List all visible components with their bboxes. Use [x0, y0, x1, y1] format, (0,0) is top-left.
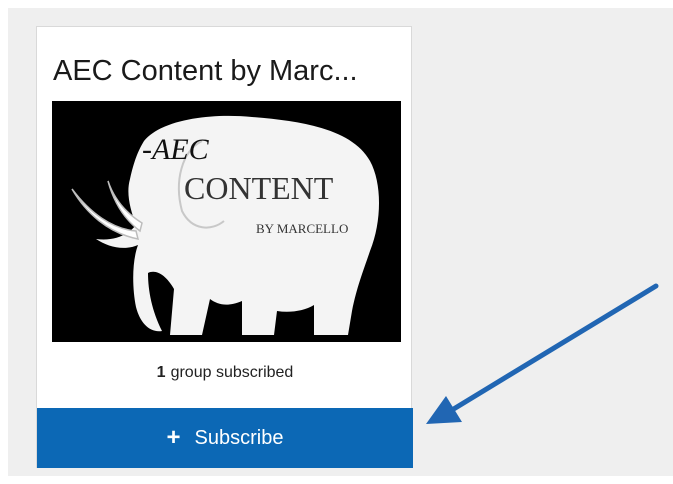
card-title[interactable]: AEC Content by Marc...	[53, 41, 401, 101]
subscribe-label: Subscribe	[194, 426, 284, 449]
logo-line2: CONTENT	[184, 170, 334, 206]
content-thumbnail[interactable]: -AEC CONTENT BY MARCELLO	[52, 101, 401, 342]
subscriber-text: group subscribed	[170, 364, 294, 381]
plus-icon: +	[166, 424, 181, 451]
subscriber-count: 1	[156, 364, 166, 381]
subscribe-button[interactable]: + Subscribe	[37, 408, 413, 468]
subscription-count: 1 group subscribed	[37, 364, 413, 382]
logo-line3: BY MARCELLO	[256, 221, 348, 236]
logo-line1: -AEC	[142, 133, 210, 166]
elephant-logo-image: -AEC CONTENT BY MARCELLO	[52, 101, 401, 342]
content-card[interactable]: AEC Content by Marc... -AEC CONTENT BY M…	[36, 26, 413, 468]
